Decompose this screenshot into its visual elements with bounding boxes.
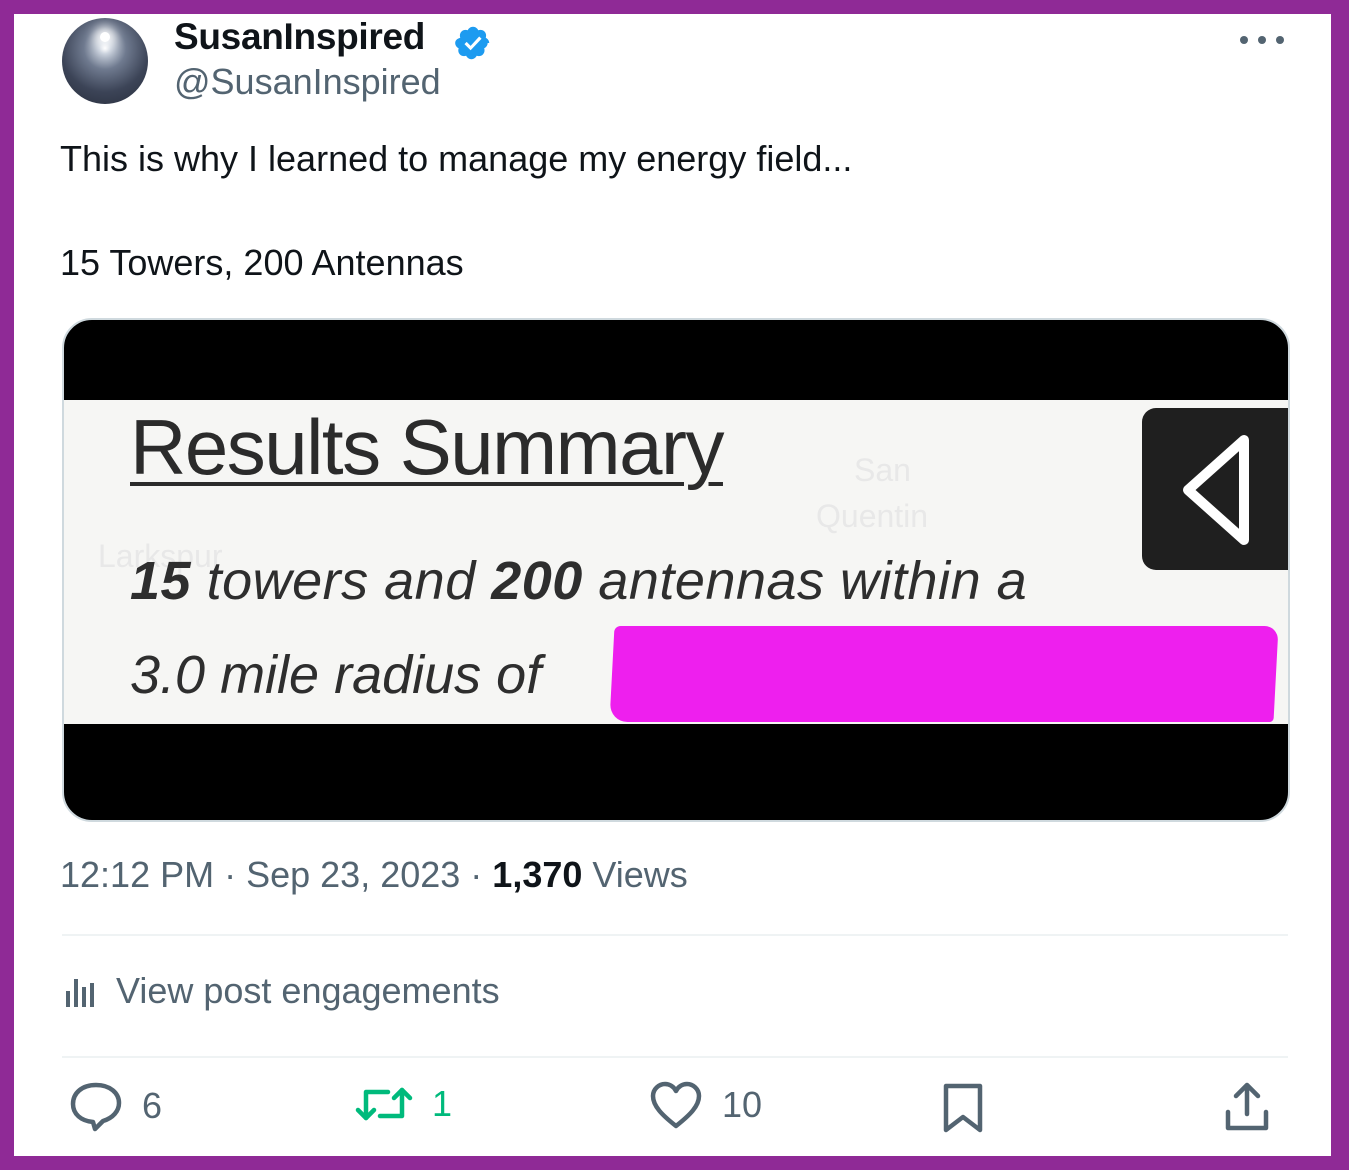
tweet-time[interactable]: 12:12 PM: [60, 854, 214, 895]
meta-separator: ·: [214, 854, 247, 895]
tweet-meta: 12:12 PM · Sep 23, 2023 · 1,370 Views: [60, 854, 688, 896]
divider: [62, 934, 1288, 936]
verified-badge-icon: [455, 26, 490, 60]
redaction-mark: [609, 626, 1279, 722]
like-button[interactable]: 10: [648, 1080, 762, 1130]
views-count: 1,370: [492, 854, 583, 895]
view-engagements-label: View post engagements: [116, 970, 500, 1011]
tweet-text-line-2: 15 Towers, 200 Antennas: [60, 242, 464, 283]
retweet-icon: [355, 1087, 413, 1121]
display-name[interactable]: SusanInspired: [174, 16, 425, 58]
heart-icon: [650, 1081, 702, 1129]
image-text-line-2: 3.0 mile radius of: [130, 645, 542, 705]
ghost-map-label: San: [854, 452, 911, 488]
retweet-count: 1: [432, 1083, 453, 1124]
divider: [62, 1056, 1288, 1058]
share-upload-icon: [1225, 1082, 1269, 1131]
more-options-icon[interactable]: [1240, 32, 1284, 48]
image-screenshot-content: Larkspur San Quentin Results Summary 15 …: [64, 400, 1288, 724]
bookmark-button[interactable]: [940, 1080, 986, 1136]
reply-button[interactable]: 6: [68, 1080, 162, 1132]
share-button[interactable]: [1222, 1080, 1272, 1134]
avatar[interactable]: [62, 18, 148, 104]
tweet-card: SusanInspired @SusanInspired This is why…: [14, 14, 1331, 1156]
tweet-date[interactable]: Sep 23, 2023: [246, 854, 460, 895]
reply-bubble-icon: [70, 1082, 122, 1132]
analytics-bars-icon: [66, 979, 94, 1007]
user-handle[interactable]: @SusanInspired: [174, 61, 441, 103]
views-label: Views: [582, 854, 688, 895]
image-antennas-count: 200: [491, 551, 583, 611]
image-title: Results Summary: [130, 403, 724, 491]
tweet-image[interactable]: Larkspur San Quentin Results Summary 15 …: [62, 318, 1290, 822]
triangle-left-icon: [1183, 435, 1249, 545]
view-engagements-button[interactable]: View post engagements: [60, 970, 500, 1012]
collapse-panel-tab: [1142, 408, 1288, 570]
image-towers-count: 15: [130, 551, 192, 611]
image-text-mid: towers and: [191, 551, 492, 611]
like-count: 10: [722, 1084, 763, 1125]
ghost-map-label: Quentin: [816, 498, 929, 534]
bookmark-icon: [943, 1083, 983, 1133]
reply-count: 6: [142, 1085, 163, 1126]
retweet-button[interactable]: 1: [354, 1080, 452, 1128]
image-text-line-1: 15 towers and 200 antennas within a: [130, 550, 1027, 612]
meta-separator: ·: [460, 854, 493, 895]
tweet-text-line-1: This is why I learned to manage my energ…: [60, 138, 853, 179]
image-text-end: antennas within a: [582, 551, 1028, 611]
